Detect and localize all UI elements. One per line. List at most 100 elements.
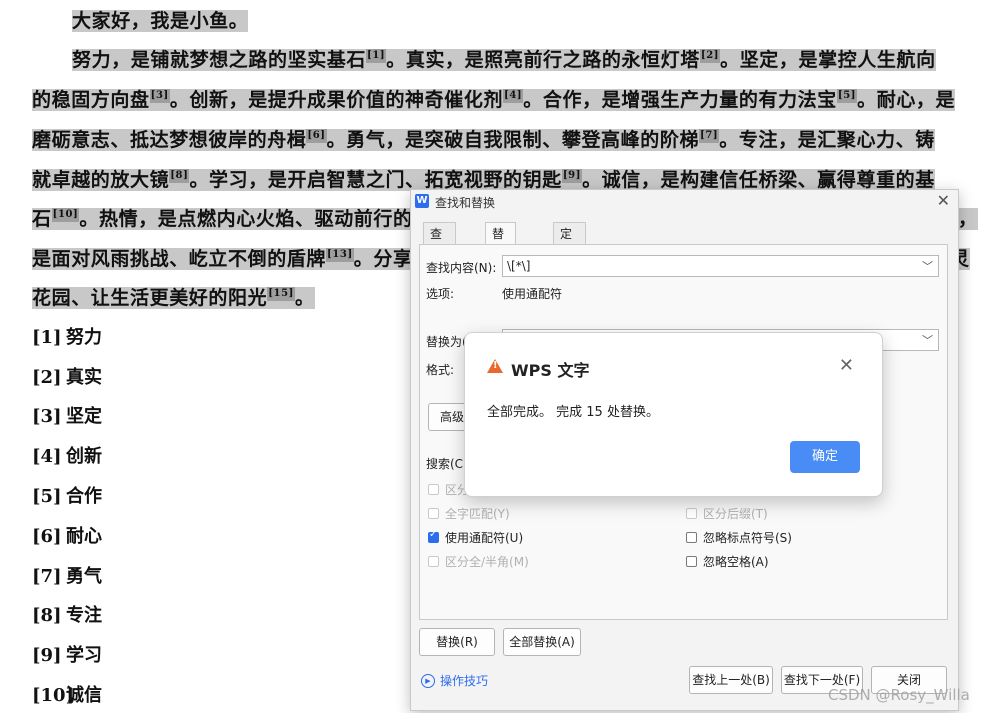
find-input[interactable]: \[*\] ﹀ bbox=[502, 255, 939, 277]
footnote-number: [9] bbox=[32, 645, 62, 666]
play-circle-icon: ▶ bbox=[421, 673, 435, 688]
checkbox-label: 忽略标点符号(S) bbox=[703, 531, 792, 545]
doc-text: 。学习，是开启智慧之门、拓宽视野的钥匙 bbox=[189, 169, 562, 191]
footnote-ref[interactable]: [9] bbox=[561, 169, 583, 183]
checkbox-box bbox=[428, 508, 439, 519]
find-previous-button[interactable]: 查找上一处(B) bbox=[689, 666, 773, 694]
footnote-number: [3] bbox=[32, 406, 62, 427]
footnote-number: [10] bbox=[32, 685, 75, 706]
footnote-item: [2] 真实 bbox=[32, 366, 102, 390]
doc-text: 。勇气，是突破自我限制、攀登高峰的阶梯 bbox=[326, 129, 700, 151]
footnote-text: 学习 bbox=[66, 645, 102, 666]
doc-text: 大家好，我是小鱼。 bbox=[72, 10, 249, 32]
footnote-ref[interactable]: [10] bbox=[51, 208, 80, 222]
ignore-punctuation-checkbox[interactable]: 忽略标点符号(S) bbox=[686, 529, 792, 546]
doc-text: 是面对风雨挑战、屹立不倒的盾牌 bbox=[32, 248, 327, 270]
close-icon[interactable]: ✕ bbox=[839, 355, 854, 376]
doc-text: 磨砺意志、抵达梦想彼岸的舟楫 bbox=[32, 129, 307, 151]
doc-text: 。专注，是汇聚心力、铸 bbox=[719, 129, 935, 151]
checkbox-box bbox=[428, 484, 439, 495]
tab-goto[interactable]: 定位(G) bbox=[553, 222, 586, 285]
doc-text: 努力，是铺就梦想之路的坚实基石 bbox=[72, 49, 367, 71]
footnote-ref[interactable]: [6] bbox=[306, 129, 327, 143]
doc-text: 就卓越的放大镜 bbox=[32, 169, 170, 191]
whole-word-checkbox[interactable]: 全字匹配(Y) bbox=[428, 505, 510, 522]
footnote-ref[interactable]: [13] bbox=[326, 248, 354, 262]
footnote-text: 合作 bbox=[66, 486, 102, 507]
doc-text: 。耐心，是 bbox=[857, 89, 956, 111]
ok-button[interactable]: 确定 bbox=[790, 441, 860, 473]
footnote-number: [6] bbox=[32, 526, 62, 547]
footnote-text: 诚信 bbox=[66, 685, 102, 706]
tab-find[interactable]: 查找(D) bbox=[423, 222, 456, 285]
doc-text: 。合作，是增强生产力量的有力法宝 bbox=[523, 89, 837, 111]
replace-all-button[interactable]: 全部替换(A) bbox=[503, 628, 581, 656]
doc-line-8: 花园、让生活更美好的阳光[15]。 bbox=[32, 284, 315, 312]
chevron-down-icon[interactable]: ﹀ bbox=[922, 332, 933, 348]
close-icon[interactable]: ✕ bbox=[937, 191, 950, 210]
doc-line-4: 磨砺意志、抵达梦想彼岸的舟楫[6]。勇气，是突破自我限制、攀登高峰的阶梯[7]。… bbox=[32, 126, 935, 154]
tips-link-label: 操作技巧 bbox=[440, 674, 489, 688]
doc-text: 石 bbox=[32, 208, 52, 230]
doc-text: 。创新，是提升成果价值的神奇催化剂 bbox=[169, 89, 504, 111]
footnote-number: [8] bbox=[32, 605, 62, 626]
footnote-ref[interactable]: [7] bbox=[699, 129, 720, 143]
ignore-space-checkbox[interactable]: 忽略空格(A) bbox=[686, 553, 769, 570]
footnote-text: 坚定 bbox=[66, 406, 102, 427]
footnote-text: 创新 bbox=[66, 446, 102, 467]
footnote-text: 真实 bbox=[66, 367, 102, 388]
doc-text: 。 bbox=[294, 287, 315, 309]
full-half-width-checkbox[interactable]: 区分全/半角(M) bbox=[428, 553, 529, 570]
chevron-down-icon[interactable]: ﹀ bbox=[922, 258, 933, 274]
options-label: 选项: bbox=[426, 287, 455, 301]
match-suffix-checkbox[interactable]: 区分后缀(T) bbox=[686, 505, 768, 522]
footnote-number: [7] bbox=[32, 566, 62, 587]
footnote-item: [1] 努力 bbox=[32, 326, 102, 350]
watermark: CSDN @Rosy_Willa bbox=[828, 686, 970, 704]
doc-text: 。分享 bbox=[353, 248, 413, 270]
checkbox-box bbox=[686, 556, 697, 567]
wps-message-box: ! WPS 文字 ✕ 全部完成。 完成 15 处替换。 确定 bbox=[464, 332, 883, 497]
checkbox-box bbox=[428, 529, 439, 543]
doc-line-6: 石[10]。热情，是点燃内心火焰、驱动前行的 bbox=[32, 205, 413, 233]
use-wildcards-checkbox[interactable]: 使用通配符(U) bbox=[428, 529, 523, 546]
footnote-text: 耐心 bbox=[66, 526, 102, 547]
footnote-ref[interactable]: [1] bbox=[366, 49, 387, 63]
replace-label: 替换为( bbox=[426, 335, 467, 349]
message-text: 全部完成。 完成 15 处替换。 bbox=[487, 405, 659, 420]
doc-text: 。诚信，是构建信任桥梁、赢得尊重的基 bbox=[582, 169, 935, 191]
doc-line-3: 的稳固方向盘[3]。创新，是提升成果价值的神奇催化剂[4]。合作，是增强生产力量… bbox=[32, 86, 956, 114]
wps-writer-icon: W bbox=[415, 194, 429, 208]
footnote-item: [6] 耐心 bbox=[32, 525, 102, 549]
checkbox-label: 区分后缀(T) bbox=[703, 507, 768, 521]
checkbox-box bbox=[686, 532, 697, 543]
footnote-number: [2] bbox=[32, 367, 62, 388]
warning-icon: ! bbox=[487, 359, 503, 373]
footnote-item: [10]诚信 bbox=[32, 684, 102, 708]
footnote-ref[interactable]: [4] bbox=[503, 89, 524, 103]
footnote-ref[interactable]: [5] bbox=[836, 89, 858, 103]
find-value: \[*\] bbox=[507, 259, 531, 273]
tips-link[interactable]: ▶ 操作技巧 bbox=[421, 672, 488, 689]
footnote-ref[interactable]: [3] bbox=[149, 89, 170, 103]
message-title: WPS 文字 bbox=[511, 361, 590, 380]
footnote-ref[interactable]: [15] bbox=[267, 287, 295, 301]
tab-replace[interactable]: 替换(P) bbox=[485, 222, 516, 285]
footnote-item: [4] 创新 bbox=[32, 445, 102, 469]
options-value: 使用通配符 bbox=[502, 287, 563, 301]
checkbox-box bbox=[686, 508, 697, 519]
footnote-number: [1] bbox=[32, 327, 62, 348]
doc-text: 。坚定，是掌控人生航向 bbox=[720, 49, 936, 71]
match-case-checkbox[interactable]: 区分 bbox=[428, 481, 469, 498]
dialog-titlebar[interactable]: W 查找和替换 ✕ bbox=[411, 190, 958, 214]
footnote-text: 努力 bbox=[66, 327, 102, 348]
footnote-number: [5] bbox=[32, 486, 62, 507]
doc-text: ， bbox=[958, 208, 978, 230]
checkbox-label: 全字匹配(Y) bbox=[445, 507, 510, 521]
footnote-ref[interactable]: [2] bbox=[699, 49, 721, 63]
footnote-ref[interactable]: [8] bbox=[169, 169, 190, 183]
footnote-item: [7] 勇气 bbox=[32, 565, 102, 589]
replace-button[interactable]: 替换(R) bbox=[419, 628, 495, 656]
dialog-title: 查找和替换 bbox=[435, 196, 496, 210]
checkbox-label: 忽略空格(A) bbox=[703, 555, 769, 569]
